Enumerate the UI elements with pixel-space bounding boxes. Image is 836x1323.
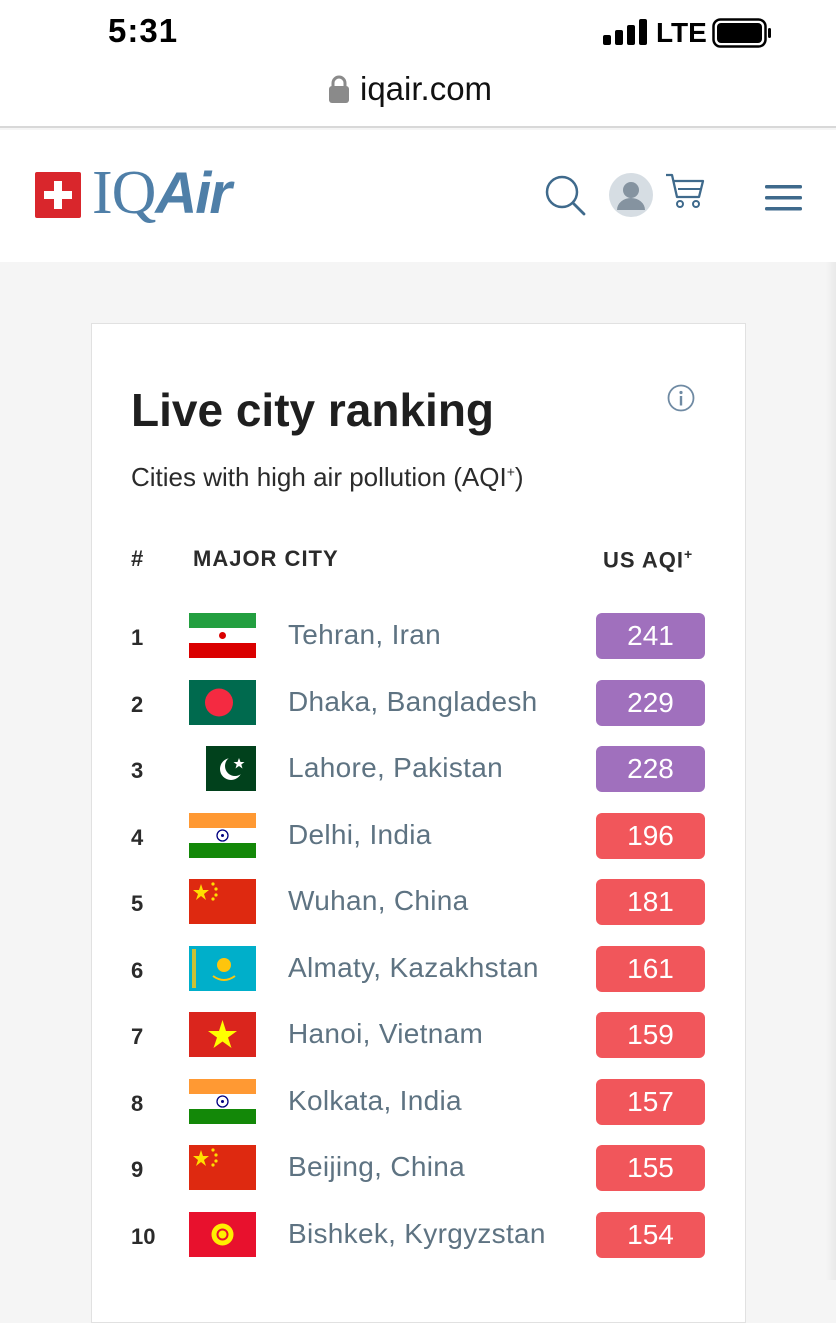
row-rank: 1 (131, 625, 144, 650)
column-header-city: MAJOR CITY (193, 546, 339, 571)
signal-strength-icon (603, 19, 647, 45)
ranking-row[interactable]: 9 Beijing, China 155 (0, 1145, 836, 1211)
ranking-row[interactable]: 2 Dhaka, Bangladesh 229 (0, 679, 836, 746)
country-flag-icon (189, 1012, 256, 1057)
card-title: Live city ranking (131, 384, 495, 436)
ranking-row[interactable]: 5 Wuhan, China 181 (0, 879, 836, 945)
url-text[interactable]: iqair.com (360, 70, 492, 108)
country-flag-icon (189, 945, 256, 991)
logo-iq-text: IQ (92, 159, 156, 227)
aqi-badge: 157 (596, 1078, 705, 1125)
iqair-logo[interactable]: IQAir (92, 158, 232, 229)
country-flag-icon (189, 1145, 256, 1190)
row-rank: 10 (131, 1223, 156, 1249)
country-flag-icon (189, 613, 256, 658)
swiss-flag-icon (35, 172, 81, 218)
aqi-badge: 154 (596, 1211, 705, 1258)
country-flag-icon (189, 1078, 256, 1124)
aqi-badge: 228 (596, 746, 705, 792)
city-link[interactable]: Wuhan, China (288, 885, 469, 917)
row-rank: 3 (131, 758, 144, 783)
city-link[interactable]: Delhi, India (288, 819, 432, 851)
city-link[interactable]: Hanoi, Vietnam (288, 1018, 483, 1050)
row-rank: 9 (131, 1157, 144, 1182)
column-header-rank: # (131, 546, 145, 571)
country-flag-icon (189, 679, 256, 725)
search-icon[interactable] (544, 174, 586, 216)
country-flag-icon (189, 746, 256, 791)
ranking-row[interactable]: 7 Hanoi, Vietnam 159 (0, 1012, 836, 1078)
info-icon[interactable] (667, 384, 695, 412)
ranking-row[interactable]: 10 Bishkek, Kyrgyzstan 154 (0, 1211, 836, 1278)
city-link[interactable]: Tehran, Iran (288, 619, 441, 651)
ranking-row[interactable]: 1 Tehran, Iran 241 (0, 613, 836, 679)
ranking-row[interactable]: 4 Delhi, India 196 (0, 812, 836, 879)
aqi-header-sup: + (683, 546, 694, 562)
city-link[interactable]: Bishkek, Kyrgyzstan (288, 1218, 546, 1250)
row-rank: 7 (131, 1024, 144, 1049)
aqi-badge: 241 (596, 613, 705, 659)
row-rank: 8 (131, 1090, 144, 1116)
ranking-row[interactable]: 3 Lahore, Pakistan 228 (0, 746, 836, 812)
card-subtitle: Cities with high air pollution (AQI+) (131, 462, 524, 493)
row-rank: 6 (131, 957, 144, 983)
lock-icon (329, 75, 349, 103)
browser-url-bar[interactable]: iqair.com (0, 60, 836, 128)
row-rank: 2 (131, 691, 144, 717)
battery-icon (712, 18, 771, 48)
menu-icon[interactable] (765, 185, 802, 211)
city-link[interactable]: Almaty, Kazakhstan (288, 952, 539, 984)
aqi-badge: 161 (596, 945, 705, 992)
aqi-badge: 155 (596, 1145, 705, 1191)
city-link[interactable]: Dhaka, Bangladesh (288, 686, 538, 718)
city-link[interactable]: Beijing, China (288, 1151, 465, 1183)
cart-icon[interactable] (664, 170, 706, 212)
network-type: LTE (656, 17, 707, 48)
aqi-badge: 159 (596, 1012, 705, 1058)
status-time: 5:31 (108, 12, 179, 49)
aqi-badge: 229 (596, 679, 705, 726)
ranking-row[interactable]: 8 Kolkata, India 157 (0, 1078, 836, 1145)
logo-air-text: Air (155, 161, 232, 226)
column-header-aqi: US AQI+ (603, 546, 693, 573)
country-flag-icon (189, 812, 256, 858)
subtitle-text: Cities with high air pollution (AQI (131, 462, 507, 492)
row-rank: 4 (131, 824, 144, 850)
subtitle-sup: + (506, 463, 515, 480)
country-flag-icon (189, 879, 256, 924)
row-rank: 5 (131, 891, 144, 916)
site-header: IQAir (0, 130, 836, 262)
aqi-header-text: US AQI (603, 547, 684, 573)
aqi-badge: 181 (596, 879, 705, 925)
status-bar: 5:31 LTE (0, 0, 836, 60)
aqi-badge: 196 (596, 812, 705, 859)
country-flag-icon (189, 1211, 256, 1257)
subtitle-suffix: ) (514, 462, 524, 492)
user-avatar-icon[interactable] (608, 172, 654, 218)
city-link[interactable]: Lahore, Pakistan (288, 752, 503, 784)
ranking-row[interactable]: 6 Almaty, Kazakhstan 161 (0, 945, 836, 1012)
city-link[interactable]: Kolkata, India (288, 1085, 462, 1117)
